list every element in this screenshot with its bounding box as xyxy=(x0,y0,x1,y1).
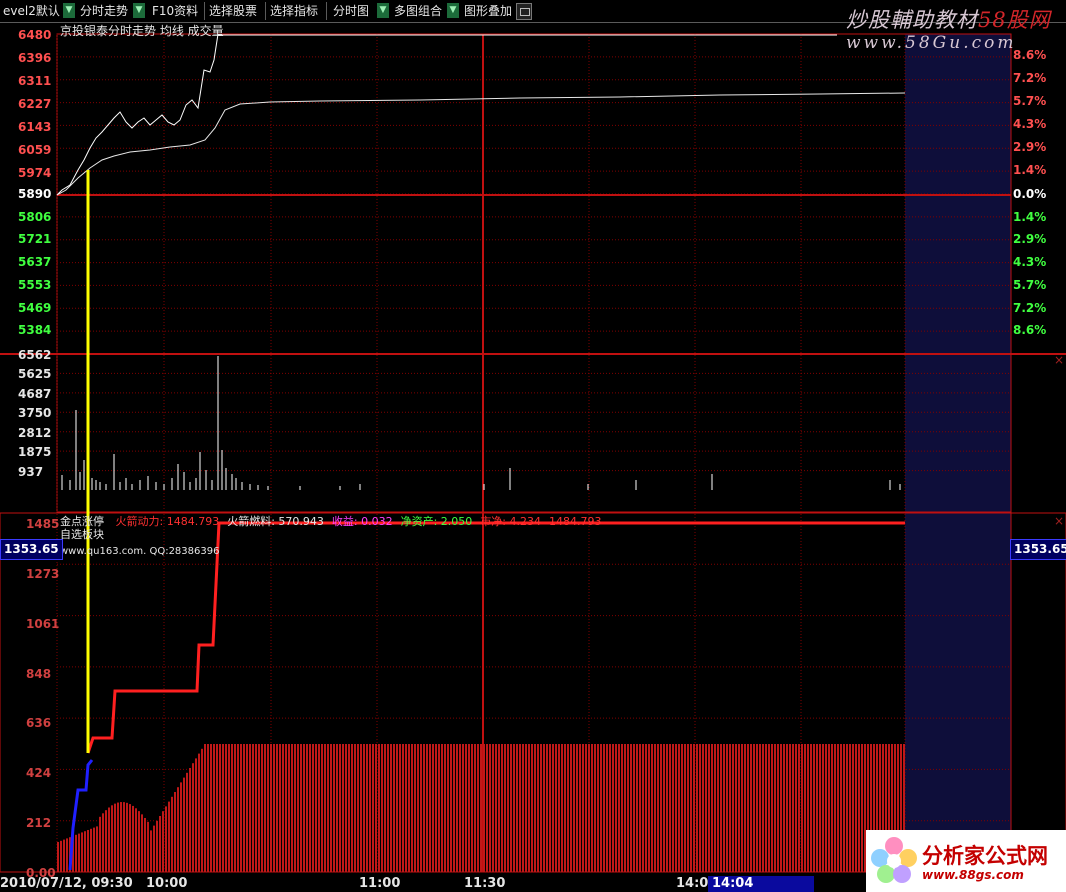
indicator-tick-label: 848 xyxy=(26,666,52,681)
site-logo: 分析家公式网 www.88gs.com xyxy=(866,830,1066,892)
percent-tick-label: 7.2% xyxy=(1013,300,1047,315)
watermark-url: www.58Gu.com xyxy=(846,33,1017,53)
logo-text: 分析家公式网 xyxy=(922,844,1048,868)
indicator-contact: www.qu163.com. QQ:28386396 xyxy=(60,546,220,557)
intraday-chart-canvas[interactable] xyxy=(0,0,1066,892)
indicator-tick-label: 424 xyxy=(26,766,52,781)
price-tick-label: 5721 xyxy=(18,232,52,247)
price-tick-label: 5553 xyxy=(18,277,52,292)
indicator-value-item: 市净: 4.234 xyxy=(480,515,542,528)
crosshair-value-left: 1353.65 xyxy=(0,539,63,560)
percent-tick-label: 8.6% xyxy=(1013,48,1047,62)
future-area-shade xyxy=(905,34,1011,872)
time-label-1000: 10:00 xyxy=(146,876,188,891)
price-tick-label: 6143 xyxy=(18,120,52,134)
volume-tick-label: 2812 xyxy=(18,425,52,440)
time-label-1130: 11:30 xyxy=(464,876,506,891)
indicator-values: 火箭动力: 1484.793 火箭燃料: 570.943 收益: 0.032 净资产:… xyxy=(108,515,602,528)
indicator-tick-label: 1485 xyxy=(26,517,60,531)
close-icon[interactable]: × xyxy=(1054,353,1064,367)
percent-tick-label: 8.6% xyxy=(1013,323,1047,338)
indicator-sub-title: 自选板块 xyxy=(60,528,104,541)
crosshair-value-right: 1353.65 xyxy=(1010,539,1066,560)
volume-tick-label: 937 xyxy=(18,464,44,479)
price-tick-label: 5469 xyxy=(18,300,52,315)
volume-tick-label: 1875 xyxy=(18,445,52,460)
watermark-text: 炒股輔助教材 xyxy=(846,8,978,32)
percent-tick-label: 2.9% xyxy=(1013,232,1047,247)
indicator-tick-label: 636 xyxy=(26,716,52,731)
close-icon[interactable]: × xyxy=(1054,514,1064,528)
price-panel-frame xyxy=(56,33,1012,513)
price-chart-title: 京投银泰分时走势 均线 成交量 xyxy=(60,24,224,38)
base-percent-label: 0.0% xyxy=(1013,187,1047,201)
time-label-1100: 11:00 xyxy=(359,876,401,891)
indicator-header: 金点涨停 火箭动力: 1484.793 火箭燃料: 570.943 收益: 0.03… xyxy=(60,513,602,529)
price-tick-label: 6059 xyxy=(18,143,52,157)
percent-tick-label: 7.2% xyxy=(1013,71,1047,85)
percent-tick-label: 4.3% xyxy=(1013,117,1047,131)
indicator-value-item: 火箭燃料: 570.943 xyxy=(227,515,324,528)
price-tick-label: 5384 xyxy=(18,323,52,338)
price-tick-label: 6227 xyxy=(18,97,52,111)
time-label-start: 2010/07/12, 09:30 xyxy=(0,876,133,891)
flower-icon xyxy=(871,837,917,883)
time-cursor-label: 14:04 xyxy=(708,876,814,892)
percent-tick-label: 4.3% xyxy=(1013,255,1047,270)
price-tick-label: 6396 xyxy=(18,51,52,65)
volume-tick-label: 6562 xyxy=(18,348,52,362)
price-tick-label: 5637 xyxy=(18,255,52,270)
percent-tick-label: 5.7% xyxy=(1013,94,1047,108)
logo-url: www.88gs.com xyxy=(922,868,1024,882)
indicator-value-item: 火箭动力: 1484.793 xyxy=(115,515,220,528)
percent-tick-label: 2.9% xyxy=(1013,140,1047,154)
indicator-value-item: 1484.793 xyxy=(549,515,602,528)
watermark-title: 炒股輔助教材58股网 xyxy=(846,4,1051,34)
price-tick-label: 5806 xyxy=(18,209,52,224)
percent-tick-label: 5.7% xyxy=(1013,277,1047,292)
indicator-value-item: 收益: 0.032 xyxy=(331,515,393,528)
percent-tick-label: 1.4% xyxy=(1013,163,1047,177)
volume-tick-label: 4687 xyxy=(18,386,52,401)
price-tick-label: 5974 xyxy=(18,166,52,180)
watermark-brand: 58股网 xyxy=(978,8,1051,32)
volume-tick-label: 3750 xyxy=(18,406,52,421)
price-tick-label: 6311 xyxy=(18,74,52,88)
price-tick-label: 6480 xyxy=(18,28,52,42)
indicator-tick-label: 212 xyxy=(26,816,52,831)
percent-tick-label: 1.4% xyxy=(1013,209,1047,224)
volume-tick-label: 5625 xyxy=(18,367,52,382)
indicator-value-item: 净资产: 2.050 xyxy=(400,515,473,528)
base-price-label: 5890 xyxy=(18,187,52,201)
indicator-tick-label: 1061 xyxy=(26,616,60,631)
indicator-tick-label: 1273 xyxy=(26,566,60,581)
